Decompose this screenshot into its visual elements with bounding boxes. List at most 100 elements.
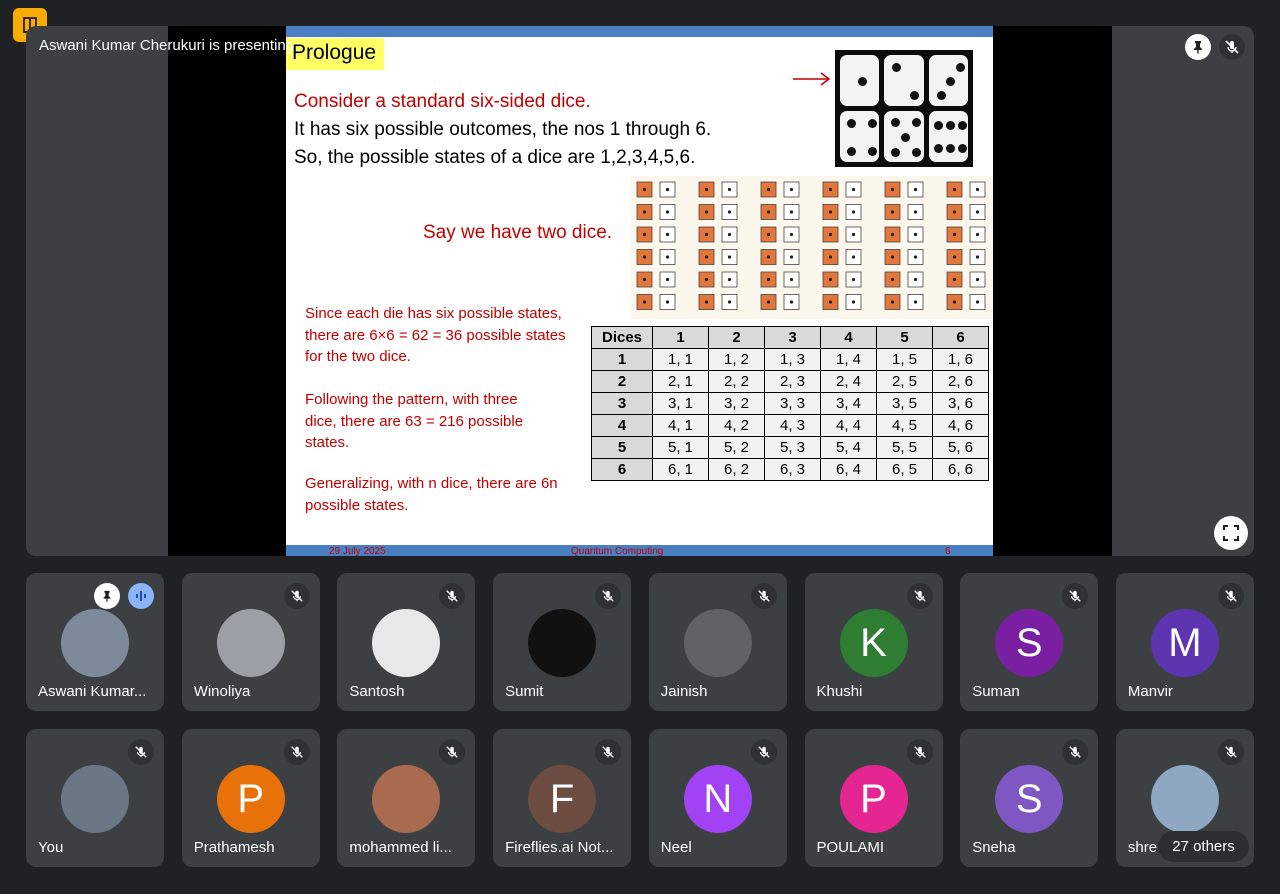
note-line: for the two dice. xyxy=(305,348,411,365)
die-pip xyxy=(704,255,709,259)
presentation-stage: Prologue Consider a standard six-sided d… xyxy=(26,26,1254,556)
slide-footer-date: 29 July 2025 xyxy=(329,546,386,556)
mic-off-icon[interactable] xyxy=(906,739,933,765)
participant-tile[interactable]: Aswani Kumar... xyxy=(26,573,164,711)
participant-tile[interactable]: Sumit xyxy=(493,573,632,711)
fullscreen-icon[interactable] xyxy=(1214,516,1248,550)
mic-off-icon[interactable] xyxy=(1217,583,1244,609)
die-pip xyxy=(642,255,647,259)
table-cell: 2, 3 xyxy=(764,370,821,393)
table-cell: 3, 3 xyxy=(764,392,821,415)
die-pip xyxy=(913,277,918,282)
unpin-icon[interactable] xyxy=(94,583,120,609)
die-four xyxy=(840,111,880,162)
avatar-photo xyxy=(1150,765,1219,833)
table-row-header: 1 xyxy=(591,348,653,371)
die-pip xyxy=(952,187,957,192)
table-cell: 4, 5 xyxy=(876,414,933,437)
table-row-header: 5 xyxy=(591,436,653,459)
avatar-photo xyxy=(372,609,441,677)
die-pip xyxy=(952,255,957,259)
die-pip xyxy=(890,210,895,214)
participant-name: Suman xyxy=(972,683,1020,700)
participant-tile[interactable]: Winoliya xyxy=(181,573,320,711)
participant-tile[interactable]: M Manvir xyxy=(1115,573,1254,711)
table-row: 4 4, 1 4, 2 4, 3 4, 4 4, 5 4, 6 xyxy=(591,414,989,437)
participant-tile[interactable]: Santosh xyxy=(337,573,476,711)
participant-tile[interactable]: Jainish xyxy=(648,573,787,711)
mic-off-icon[interactable] xyxy=(439,583,466,609)
table-cell: 4, 3 xyxy=(764,414,821,437)
die-pip xyxy=(642,210,647,214)
die-pip xyxy=(704,277,709,282)
mic-off-icon[interactable] xyxy=(595,583,622,609)
others-button[interactable]: 27 others xyxy=(1158,831,1249,862)
participant-tile[interactable]: N Neel xyxy=(648,729,787,867)
participant-tile[interactable]: mohammed li... xyxy=(337,729,476,867)
participant-tile[interactable]: P POULAMI xyxy=(804,729,943,867)
mic-off-icon[interactable] xyxy=(439,739,466,765)
participant-name: Neel xyxy=(660,839,692,856)
participant-name: Manvir xyxy=(1127,683,1173,700)
table-row-header: 2 xyxy=(591,370,653,393)
die-pip xyxy=(642,277,647,282)
mic-off-icon[interactable] xyxy=(1062,583,1089,609)
avatar-photo xyxy=(528,609,597,677)
participant-name: Fireflies.ai Not... xyxy=(505,839,614,856)
mic-off-icon[interactable] xyxy=(1217,739,1244,765)
mic-off-icon[interactable] xyxy=(595,739,622,765)
participant-name: You xyxy=(38,839,64,856)
table-cell: 2, 5 xyxy=(876,370,933,393)
mic-off-icon[interactable] xyxy=(283,583,310,609)
participant-tile[interactable]: S Sneha xyxy=(960,729,1099,867)
participant-tile[interactable]: You xyxy=(26,729,164,867)
mic-off-icon[interactable] xyxy=(1219,34,1245,60)
table-cell: 4, 1 xyxy=(652,414,709,437)
slide-intro-text: Consider a standard six-sided dice. It h… xyxy=(294,88,711,172)
participant-tile[interactable]: P Prathamesh xyxy=(181,729,320,867)
table-cell: 4, 4 xyxy=(820,414,877,437)
table-cell: 6, 4 xyxy=(820,458,877,481)
participant-tile[interactable]: S Suman xyxy=(960,573,1099,711)
pin-icon[interactable] xyxy=(1185,34,1211,60)
table-row: 3 3, 1 3, 2 3, 3 3, 4 3, 5 3, 6 xyxy=(591,392,989,415)
mic-off-icon[interactable] xyxy=(283,739,310,765)
die-pip xyxy=(851,187,856,192)
die-pip xyxy=(975,300,980,304)
die-pip xyxy=(665,210,670,214)
avatar-photo xyxy=(683,609,752,677)
note-two-dice: Since each die has six possible states, … xyxy=(305,303,581,368)
table-column-header: 5 xyxy=(876,326,933,349)
avatar-letter: M xyxy=(1150,609,1219,677)
mic-off-icon[interactable] xyxy=(750,739,777,765)
slide-top-bar xyxy=(286,26,993,37)
table-cell: 3, 5 xyxy=(876,392,933,415)
die-pip xyxy=(789,232,794,237)
table-cell: 1, 3 xyxy=(764,348,821,371)
participant-name: Sneha xyxy=(972,839,1016,856)
die-pip xyxy=(828,300,833,304)
two-dice-heading: Say we have two dice. xyxy=(423,222,613,243)
table-cell: 3, 4 xyxy=(820,392,877,415)
table-row: 5 5, 1 5, 2 5, 3 5, 4 5, 5 5, 6 xyxy=(591,436,989,459)
table-cell: 5, 5 xyxy=(876,436,933,459)
table-cell: 5, 6 xyxy=(932,436,989,459)
die-pip xyxy=(952,210,957,214)
slide-footer-page: 6 xyxy=(945,546,951,556)
die-pip xyxy=(975,187,980,192)
mic-off-icon[interactable] xyxy=(906,583,933,609)
die-pip xyxy=(828,187,833,192)
table-cell: 2, 4 xyxy=(820,370,877,393)
note-line: Since each die has six possible states, xyxy=(305,305,562,322)
participant-tile[interactable]: F Fireflies.ai Not... xyxy=(493,729,632,867)
mic-off-icon[interactable] xyxy=(1062,739,1089,765)
avatar-letter: S xyxy=(995,609,1064,677)
table-column-header: 4 xyxy=(820,326,877,349)
speaking-icon[interactable] xyxy=(128,583,154,609)
table-cell: 6, 2 xyxy=(708,458,765,481)
avatar-photo xyxy=(61,765,129,833)
participant-tile[interactable]: K Khushi xyxy=(804,573,943,711)
participant-name: Winoliya xyxy=(193,683,251,700)
mic-off-icon[interactable] xyxy=(128,739,154,765)
mic-off-icon[interactable] xyxy=(750,583,777,609)
